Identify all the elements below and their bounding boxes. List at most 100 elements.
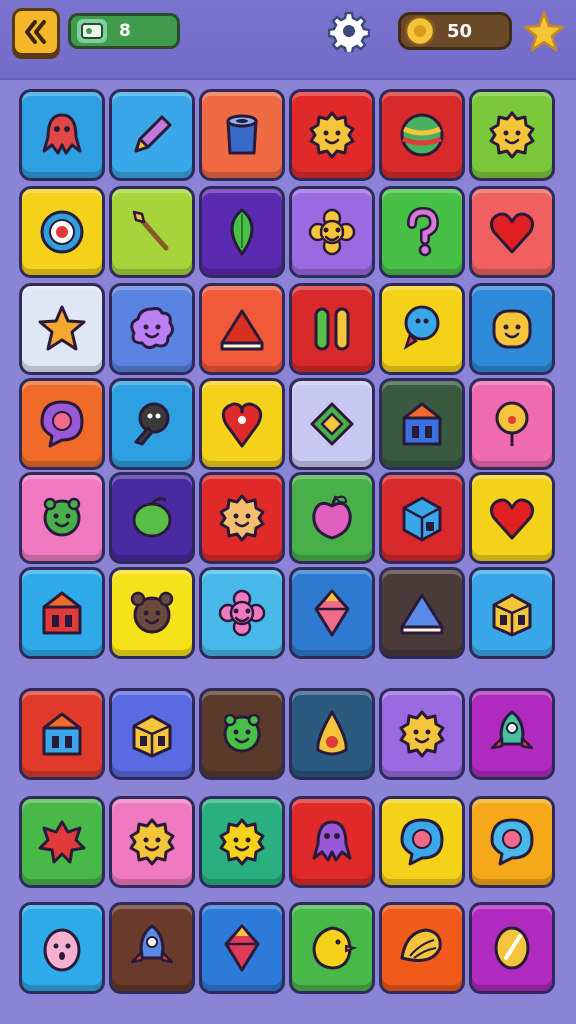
tile[interactable]	[109, 902, 195, 994]
tile[interactable]	[469, 89, 555, 181]
bear-icon	[130, 591, 174, 634]
tile[interactable]	[379, 89, 465, 181]
tile[interactable]	[289, 902, 375, 994]
tile[interactable]	[19, 688, 105, 780]
bubble-icon	[40, 400, 84, 448]
bubble-icon	[490, 818, 534, 866]
tile[interactable]	[109, 283, 195, 375]
tile[interactable]	[19, 472, 105, 564]
keyhole-icon	[134, 402, 170, 446]
brush-icon	[132, 210, 169, 251]
tile[interactable]	[379, 567, 465, 659]
pause-icon	[314, 307, 350, 351]
tile[interactable]	[199, 89, 285, 181]
tile[interactable]	[289, 472, 375, 564]
pin-icon	[221, 402, 263, 448]
tile[interactable]	[289, 378, 375, 470]
octopus-icon	[312, 820, 352, 862]
tile[interactable]	[289, 283, 375, 375]
tile[interactable]	[109, 89, 195, 181]
heart-icon	[489, 212, 535, 254]
cheese-icon	[400, 593, 444, 635]
tile[interactable]	[469, 902, 555, 994]
tile[interactable]	[109, 186, 195, 278]
tile[interactable]	[289, 796, 375, 888]
barrel-icon	[226, 114, 258, 155]
tile[interactable]	[289, 567, 375, 659]
tile[interactable]	[199, 378, 285, 470]
tile[interactable]	[469, 796, 555, 888]
tile[interactable]	[199, 796, 285, 888]
star-icon	[38, 305, 86, 351]
tile[interactable]	[19, 902, 105, 994]
sun-face-icon	[219, 818, 265, 866]
chick-icon	[312, 926, 358, 970]
gem-icon	[224, 924, 260, 972]
tile[interactable]	[199, 186, 285, 278]
cookie-face-icon	[492, 309, 532, 349]
tile[interactable]	[469, 567, 555, 659]
box-icon	[132, 714, 172, 758]
tile[interactable]	[19, 186, 105, 278]
tile[interactable]	[199, 472, 285, 564]
flower-icon	[308, 208, 356, 256]
tile[interactable]	[469, 472, 555, 564]
sun-face-icon	[309, 111, 355, 159]
tile[interactable]	[379, 688, 465, 780]
tile[interactable]	[109, 472, 195, 564]
tile[interactable]	[109, 378, 195, 470]
tile[interactable]	[19, 567, 105, 659]
tile[interactable]	[19, 283, 105, 375]
tile[interactable]	[109, 688, 195, 780]
tile[interactable]	[379, 472, 465, 564]
house-icon	[402, 402, 442, 446]
rocket-icon	[130, 924, 174, 964]
tile[interactable]	[199, 283, 285, 375]
sun-face-icon	[489, 111, 535, 159]
tile[interactable]	[199, 688, 285, 780]
flower-icon	[218, 589, 266, 637]
shell-icon	[400, 928, 442, 962]
tile[interactable]	[469, 378, 555, 470]
frog-icon	[223, 713, 261, 753]
tile[interactable]	[379, 902, 465, 994]
tile[interactable]	[289, 688, 375, 780]
box-icon	[492, 593, 532, 637]
tile[interactable]	[199, 567, 285, 659]
tile[interactable]	[379, 186, 465, 278]
tile[interactable]	[289, 89, 375, 181]
tile[interactable]	[109, 796, 195, 888]
egg-face-icon	[43, 928, 81, 972]
tile[interactable]	[379, 378, 465, 470]
tile[interactable]	[469, 688, 555, 780]
tile[interactable]	[379, 283, 465, 375]
tile[interactable]	[379, 796, 465, 888]
cube-icon	[402, 496, 442, 542]
sun-face-icon	[219, 494, 265, 542]
heart-icon	[489, 498, 535, 540]
tile[interactable]	[469, 186, 555, 278]
frame-icon	[310, 402, 354, 446]
lime-icon	[132, 497, 172, 538]
tile[interactable]	[289, 186, 375, 278]
sun-face-icon	[129, 818, 175, 866]
house-icon	[42, 712, 82, 756]
leaf-icon	[230, 208, 254, 256]
tile[interactable]	[19, 89, 105, 181]
tile[interactable]	[469, 283, 555, 375]
frog-icon	[43, 497, 81, 537]
bubble-icon	[400, 818, 444, 866]
house-icon	[42, 591, 82, 635]
cheese-icon	[220, 309, 264, 351]
pencil-icon	[134, 115, 172, 153]
ball-icon	[400, 113, 444, 157]
tile[interactable]	[199, 902, 285, 994]
blob-face-icon	[130, 307, 175, 350]
ghost-icon	[403, 305, 440, 350]
target-icon	[40, 210, 84, 254]
question-icon	[407, 206, 440, 257]
rocket-icon	[490, 710, 534, 750]
tile[interactable]	[109, 567, 195, 659]
tile[interactable]	[19, 378, 105, 470]
tile[interactable]	[19, 796, 105, 888]
